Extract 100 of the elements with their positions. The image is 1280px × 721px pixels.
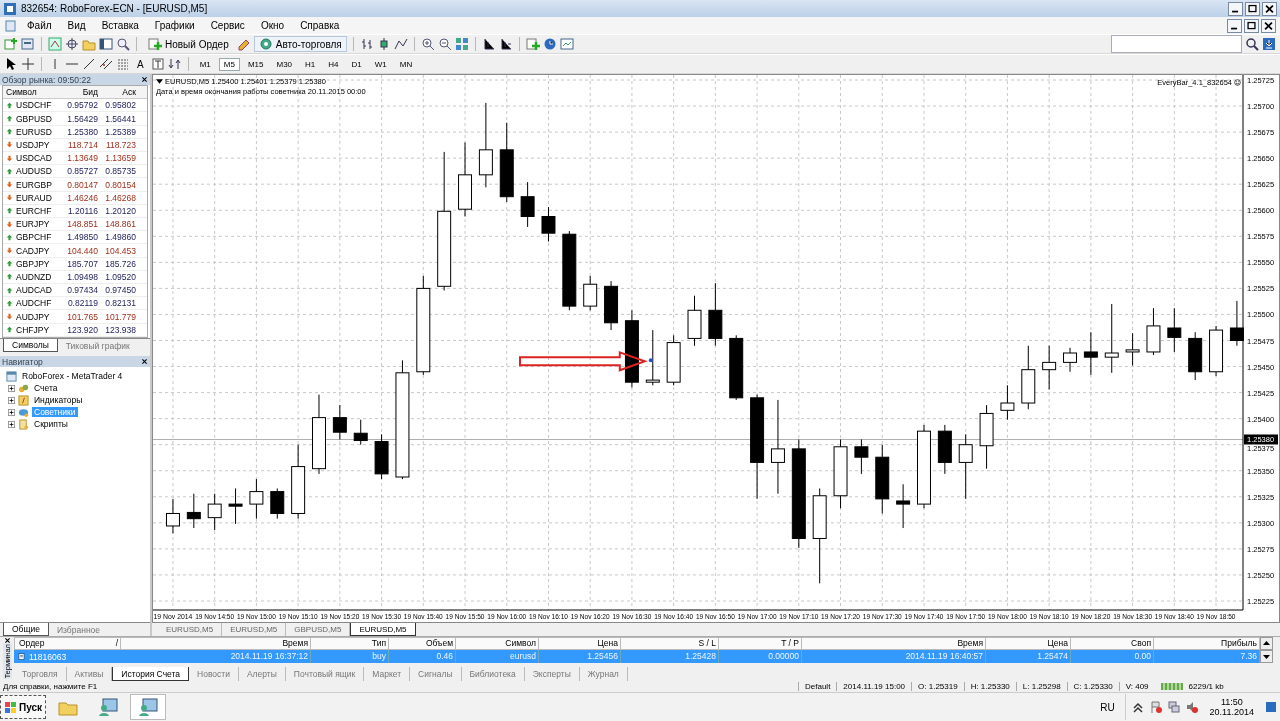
menu-item[interactable]: Графики bbox=[147, 19, 202, 32]
close-icon[interactable] bbox=[141, 76, 148, 83]
download-icon[interactable] bbox=[1262, 37, 1276, 51]
menu-item[interactable]: Файл bbox=[20, 19, 59, 32]
arrows-icon[interactable] bbox=[167, 57, 182, 71]
ask-price: 123.938 bbox=[104, 324, 137, 335]
tree-item[interactable]: RoboForex - MetaTrader 4 bbox=[20, 371, 125, 381]
column-header[interactable]: Цена bbox=[539, 637, 621, 650]
close-icon[interactable] bbox=[3, 637, 11, 644]
smiley-icon[interactable] bbox=[1234, 79, 1241, 86]
column-header[interactable]: Бид bbox=[63, 87, 101, 98]
menu-item[interactable]: Вставка bbox=[94, 19, 146, 32]
timeframe-button[interactable]: M1 bbox=[194, 57, 216, 71]
speaker-icon[interactable] bbox=[1185, 701, 1198, 713]
timeframe-button[interactable]: M5 bbox=[218, 57, 240, 71]
pencil-icon[interactable] bbox=[236, 37, 251, 51]
column-header[interactable]: Прибыль bbox=[1154, 637, 1260, 650]
new-order-button[interactable]: Новый Ордер bbox=[143, 36, 234, 52]
tab[interactable]: Символы bbox=[3, 339, 58, 352]
chevron-up-icon[interactable] bbox=[1131, 701, 1144, 713]
tree-item[interactable]: Счета bbox=[32, 383, 60, 393]
bar-chart-icon[interactable] bbox=[359, 37, 374, 51]
search-icon[interactable] bbox=[1245, 37, 1259, 51]
timeframe-button[interactable]: D1 bbox=[346, 57, 367, 71]
scroll-up-icon[interactable] bbox=[1260, 637, 1273, 650]
maximize-icon[interactable] bbox=[1244, 18, 1259, 33]
column-header[interactable]: Символ bbox=[456, 637, 539, 650]
sort-indicator[interactable]: / bbox=[115, 638, 118, 649]
menu-item[interactable]: Сервис bbox=[203, 19, 252, 32]
column-header[interactable]: T / P bbox=[719, 637, 802, 650]
symbol-name: EURCHF bbox=[16, 205, 52, 216]
network-icon[interactable] bbox=[1167, 701, 1180, 713]
ask-price: 1.56441 bbox=[104, 113, 137, 124]
profiles-icon[interactable] bbox=[21, 37, 35, 51]
table-cell: 1.25474 bbox=[986, 650, 1071, 663]
zoom-in-icon[interactable] bbox=[420, 37, 435, 51]
ask-price: 0.97450 bbox=[104, 285, 137, 296]
tree-item[interactable]: Скрипты bbox=[32, 419, 70, 429]
bid-price: 1.49850 bbox=[66, 232, 99, 243]
table-cell: eurusd bbox=[456, 650, 539, 663]
timeframe-button[interactable]: H4 bbox=[323, 57, 344, 71]
taskbar-app-button[interactable] bbox=[130, 694, 167, 720]
column-header[interactable]: Своп bbox=[1071, 637, 1154, 650]
trend-line-icon[interactable] bbox=[82, 57, 96, 71]
column-header[interactable]: S / L bbox=[621, 637, 719, 650]
search-field[interactable] bbox=[1111, 35, 1242, 53]
tab[interactable]: История Счета bbox=[112, 667, 190, 681]
column-header[interactable]: Объем bbox=[389, 637, 456, 650]
menu-item[interactable]: Окно bbox=[253, 19, 292, 32]
plus-box-icon[interactable] bbox=[8, 420, 15, 428]
tile-windows-icon[interactable] bbox=[454, 37, 469, 51]
channel-icon[interactable] bbox=[99, 57, 113, 71]
line-chart-icon[interactable] bbox=[393, 37, 408, 51]
plus-box-icon[interactable] bbox=[8, 408, 15, 416]
cursor-icon[interactable] bbox=[4, 57, 18, 71]
window-icon[interactable] bbox=[99, 37, 113, 51]
status-text: Default bbox=[798, 682, 837, 691]
scroll-down-icon[interactable] bbox=[1260, 650, 1273, 663]
language-indicator[interactable]: RU bbox=[1100, 701, 1115, 713]
timeframe-button[interactable]: M15 bbox=[242, 57, 269, 71]
column-header[interactable]: Цена bbox=[986, 637, 1071, 650]
auto-trading-button[interactable]: Авто-торговля bbox=[253, 36, 347, 52]
zoom-out-icon[interactable] bbox=[437, 37, 452, 51]
menu-item[interactable]: Вид bbox=[60, 19, 93, 32]
minimize-icon[interactable] bbox=[1228, 1, 1243, 16]
maximize-icon[interactable] bbox=[1245, 1, 1260, 16]
symbol-name: AUDCHF bbox=[16, 298, 52, 309]
timeframe-button[interactable]: M30 bbox=[271, 57, 298, 71]
minimize-icon[interactable] bbox=[1227, 18, 1242, 33]
clock-icon[interactable] bbox=[542, 37, 557, 51]
tab[interactable]: Избранное bbox=[48, 623, 109, 636]
new-chart-icon[interactable] bbox=[4, 37, 18, 51]
plus-box-icon[interactable] bbox=[8, 384, 15, 392]
column-header[interactable]: Время bbox=[121, 637, 311, 650]
close-icon[interactable] bbox=[141, 358, 148, 365]
text-tool[interactable]: A bbox=[133, 56, 148, 72]
timeframe-button[interactable]: MN bbox=[394, 57, 418, 71]
column-header[interactable]: Символ bbox=[3, 87, 63, 98]
tree-item[interactable]: Индикаторы bbox=[32, 395, 85, 405]
timeframe-button[interactable]: H1 bbox=[300, 57, 321, 71]
column-header[interactable]: Время bbox=[802, 637, 986, 650]
crosshair-icon[interactable] bbox=[65, 37, 79, 51]
close-icon[interactable] bbox=[1262, 1, 1277, 16]
table-cell: 7.36 bbox=[1154, 650, 1260, 663]
menu-item[interactable]: Справка bbox=[293, 19, 347, 32]
text-label-icon[interactable] bbox=[150, 57, 165, 71]
close-icon[interactable] bbox=[1261, 18, 1276, 33]
column-header[interactable]: Ордер bbox=[19, 638, 45, 649]
tab[interactable]: Тиковый график bbox=[57, 339, 138, 352]
column-header[interactable]: Тип bbox=[311, 637, 389, 650]
person-window-icon bbox=[137, 697, 160, 717]
start-button[interactable]: Пуск bbox=[0, 695, 47, 719]
tab[interactable]: Общие bbox=[3, 623, 49, 636]
plus-box-icon[interactable] bbox=[8, 396, 15, 404]
magnifier-icon[interactable] bbox=[116, 37, 130, 51]
dropdown-triangle-icon[interactable] bbox=[156, 78, 163, 85]
timeframe-button[interactable]: W1 bbox=[369, 57, 392, 71]
tab[interactable]: EURUSD,M5 bbox=[350, 623, 416, 636]
column-header[interactable]: Аск bbox=[101, 87, 139, 98]
flag-icon[interactable] bbox=[1149, 701, 1162, 713]
